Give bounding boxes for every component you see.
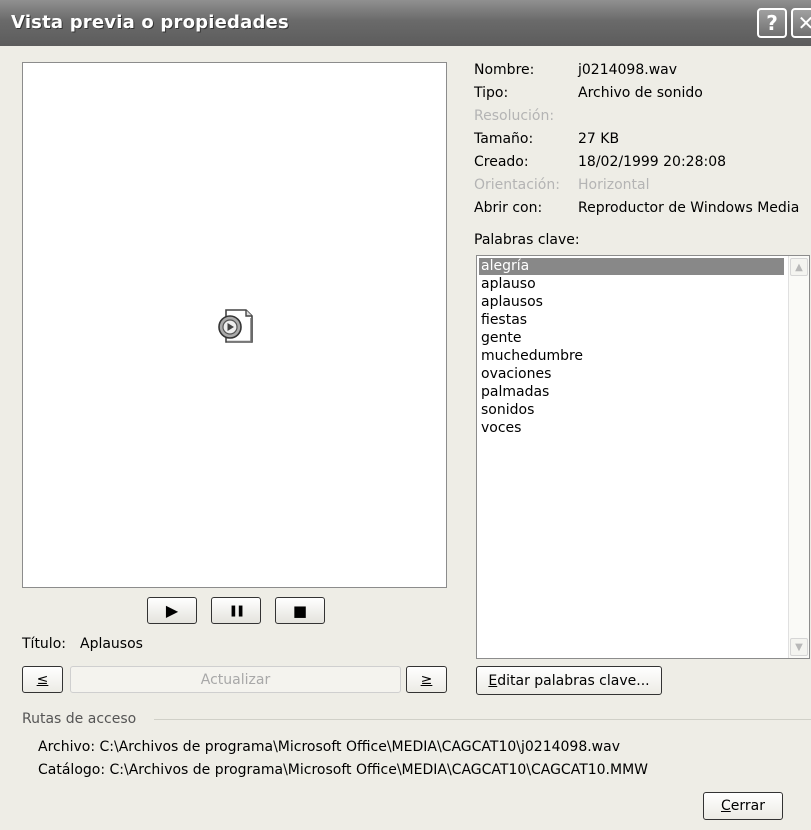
catalog-path-value: C:\Archivos de programa\Microsoft Office… [109,762,649,778]
catalog-path-label: Catálogo: [38,762,106,778]
dialog-title: Vista previa o propiedades [11,12,289,33]
keywords-scrollbar[interactable]: ▲ ▼ [788,256,809,658]
keywords-label: Palabras clave: [474,232,580,248]
title-bar[interactable]: Vista previa o propiedades ? ✕ [0,0,811,46]
sound-file-icon [218,309,253,343]
previous-button[interactable]: ≤ [22,666,63,693]
file-path-value: C:\Archivos de programa\Microsoft Office… [99,739,620,755]
keyword-item[interactable]: sonidos [479,402,784,419]
title-label: Título: [22,636,66,652]
property-key: Nombre: [474,62,535,78]
pause-button[interactable]: ❚❚ [211,597,261,624]
scroll-up-icon[interactable]: ▲ [790,258,808,276]
next-button[interactable]: ≥ [406,666,447,693]
keyword-item[interactable]: ovaciones [479,366,784,383]
edit-keywords-mnemonic: E [488,672,498,689]
catalog-path-row: Catálogo: C:\Archivos de programa\Micros… [38,762,648,778]
edit-keywords-button[interactable]: Editar palabras clave... [476,666,662,695]
file-path-row: Archivo: C:\Archivos de programa\Microso… [38,739,620,755]
property-key: Tamaño: [474,131,534,147]
close-button-mnemonic: C [721,798,731,814]
close-button[interactable]: Cerrar [703,792,783,820]
property-key: Resolución: [474,108,555,124]
keyword-item[interactable]: muchedumbre [479,348,784,365]
play-icon: ▶ [165,601,179,620]
keyword-item[interactable]: voces [479,420,784,437]
property-value: Horizontal [578,177,650,193]
property-value: Archivo de sonido [578,85,703,101]
paths-group-label: Rutas de acceso [22,711,137,727]
property-value: 18/02/1999 20:28:08 [578,154,727,170]
next-icon: ≥ [420,671,433,688]
keyword-item[interactable]: alegría [479,258,784,275]
previous-icon: ≤ [36,671,49,688]
paths-group-divider [154,719,811,720]
property-value: j0214098.wav [578,62,678,78]
pause-icon: ❚❚ [228,604,246,617]
stop-icon: ■ [292,601,308,620]
preview-pane [22,62,447,588]
property-key: Tipo: [474,85,509,101]
keyword-item[interactable]: gente [479,330,784,347]
close-window-button[interactable]: ✕ [791,8,811,38]
property-key: Abrir con: [474,200,543,216]
property-key: Orientación: [474,177,560,193]
close-button-label: errar [730,798,765,814]
play-button[interactable]: ▶ [147,597,197,624]
dialog-window: Vista previa o propiedades ? ✕ ▶ ❚❚ ■ Tí… [0,0,811,830]
property-key: Creado: [474,154,529,170]
update-button[interactable]: Actualizar [70,666,401,693]
keyword-item[interactable]: aplausos [479,294,784,311]
title-value[interactable]: Aplausos [80,636,143,652]
edit-keywords-label: ditar palabras clave... [497,672,650,689]
stop-button[interactable]: ■ [275,597,325,624]
property-value: 27 KB [578,131,620,147]
keyword-item[interactable]: aplauso [479,276,784,293]
scroll-down-icon[interactable]: ▼ [790,638,808,656]
file-path-label: Archivo: [38,739,96,755]
property-value: Reproductor de Windows Media [578,200,800,216]
keyword-item[interactable]: fiestas [479,312,784,329]
keyword-item[interactable]: palmadas [479,384,784,401]
keywords-list[interactable]: ▲ ▼ alegría aplauso aplausos fiestas gente mu… [476,255,810,659]
help-button[interactable]: ? [757,8,787,38]
